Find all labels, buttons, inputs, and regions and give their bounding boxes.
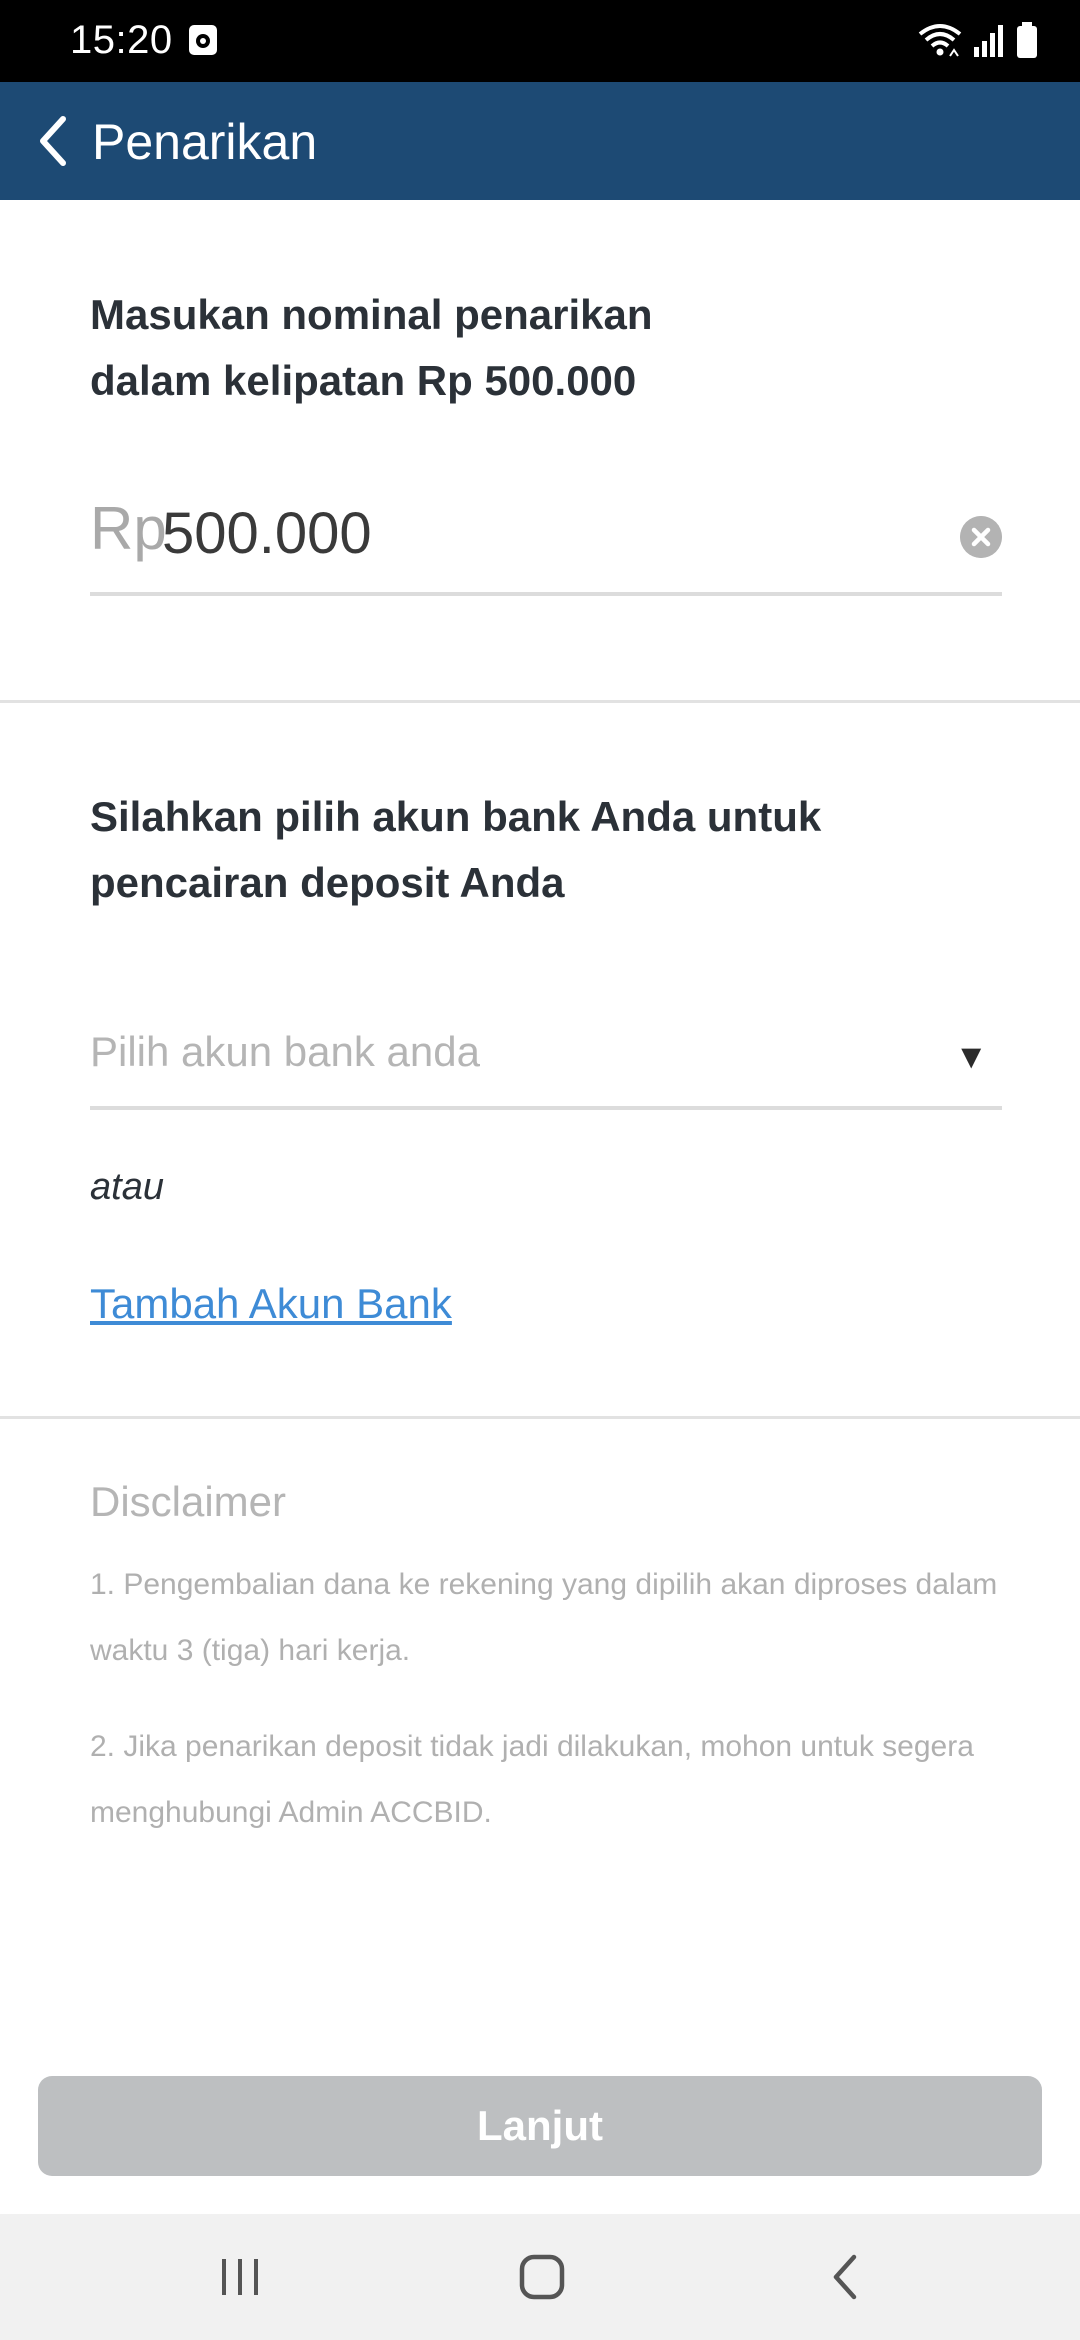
clear-icon[interactable] [960, 516, 1002, 558]
currency-prefix: Rp [90, 495, 167, 562]
disclaimer-item: 1. Pengembalian dana ke rekening yang di… [90, 1552, 1010, 1684]
app-bar: Penarikan [0, 82, 1080, 200]
section-divider [0, 1416, 1080, 1419]
bank-prompt-line1: Silahkan pilih akun bank Anda untuk [90, 793, 822, 840]
disclaimer-item-line1: 2. Jika penarikan deposit tidak jadi dil… [90, 1730, 974, 1763]
status-bar: 15:20 [0, 0, 1080, 82]
page-title: Penarikan [92, 114, 318, 170]
or-text: atau [90, 1166, 164, 1208]
amount-value[interactable]: 500.000 [162, 500, 372, 567]
continue-button[interactable]: Lanjut [38, 2076, 1042, 2176]
back-icon [833, 2254, 857, 2300]
back-arrow-icon [40, 116, 66, 166]
add-bank-account-link[interactable]: Tambah Akun Bank [90, 1280, 452, 1328]
disclaimer-title: Disclaimer [90, 1478, 287, 1525]
bank-select-placeholder: Pilih akun bank anda [90, 1028, 480, 1075]
disclaimer-item: 2. Jika penarikan deposit tidak jadi dil… [90, 1714, 1010, 1846]
section-divider [0, 700, 1080, 703]
recent-apps-icon [222, 2259, 258, 2295]
battery-icon [1017, 22, 1037, 58]
status-time: 15:20 [70, 18, 173, 62]
disclaimer-item-line1: 1. Pengembalian dana ke rekening yang di… [90, 1568, 998, 1601]
bank-account-select[interactable]: Pilih akun bank anda ▼ [90, 1010, 1002, 1110]
amount-prompt: Masukan nominal penarikan dalam kelipata… [90, 282, 850, 414]
amount-input[interactable]: Rp 500.000 [90, 480, 1002, 596]
bank-prompt-line2: pencairan deposit Anda [90, 859, 565, 906]
dropdown-arrow-icon: ▼ [954, 1038, 988, 1076]
home-icon [519, 2254, 565, 2300]
bank-prompt: Silahkan pilih akun bank Anda untuk penc… [90, 784, 990, 916]
wifi-icon [918, 24, 962, 57]
media-notification-icon [189, 25, 217, 55]
back-button[interactable] [18, 106, 88, 176]
status-icons [918, 20, 1038, 60]
home-button[interactable] [502, 2242, 582, 2312]
system-nav-bar [0, 2214, 1080, 2340]
system-back-button[interactable] [806, 2242, 886, 2312]
disclaimer-item-line2: waktu 3 (tiga) hari kerja. [90, 1634, 411, 1667]
amount-prompt-line2: dalam kelipatan Rp 500.000 [90, 357, 637, 404]
disclaimer-item-line2: menghubungi Admin ACCBID. [90, 1796, 492, 1829]
recent-apps-button[interactable] [200, 2242, 280, 2312]
amount-prompt-line1: Masukan nominal penarikan [90, 291, 653, 338]
signal-icon [974, 25, 1003, 57]
